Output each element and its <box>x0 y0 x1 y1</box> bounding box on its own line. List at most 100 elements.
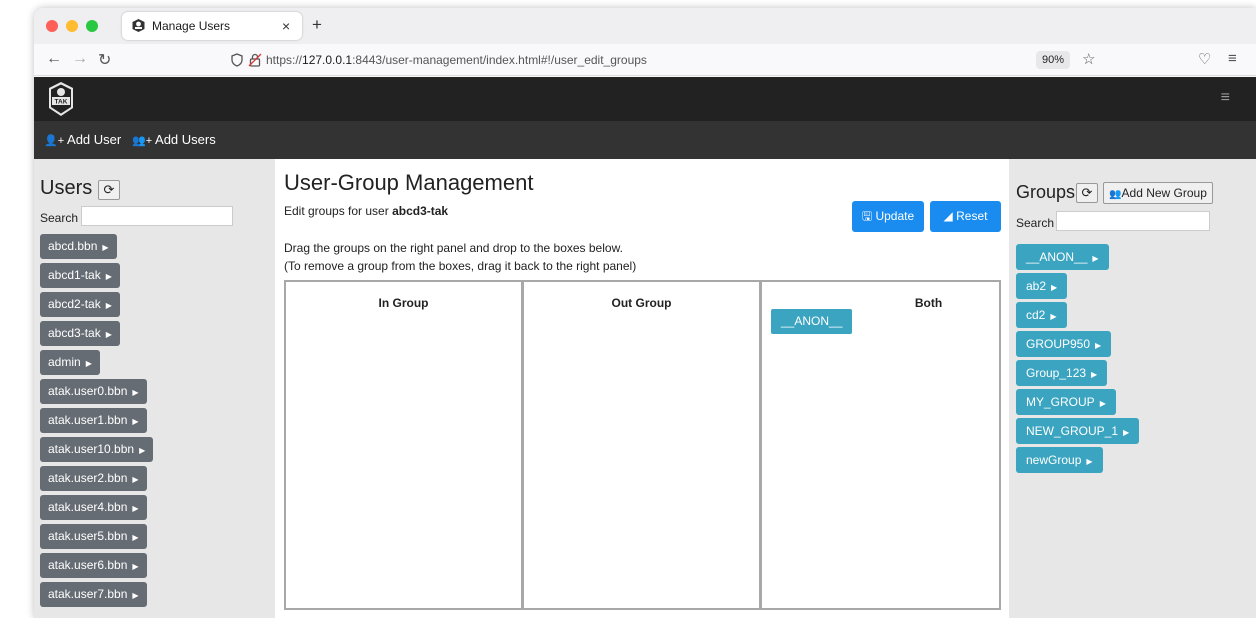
caret-right-icon: ▶ <box>132 591 139 600</box>
group-list-item[interactable]: GROUP950 ▶ <box>1016 331 1112 357</box>
out-group-title: Out Group <box>611 296 672 310</box>
caret-right-icon: ▶ <box>1123 428 1130 437</box>
in-group-title: In Group <box>378 296 429 310</box>
reload-icon[interactable]: ↻ <box>98 50 111 70</box>
add-user-icon: 👤+ <box>44 135 65 147</box>
user-name: atak.user1.bbn <box>48 413 128 427</box>
caret-right-icon: ▶ <box>1091 370 1098 379</box>
add-new-group-label: Add New Group <box>1121 186 1207 200</box>
add-user-button[interactable]: 👤+ Add User <box>44 132 121 147</box>
user-list-item[interactable]: atak.user0.bbn ▶ <box>40 379 147 404</box>
reset-button[interactable]: ◢ Reset <box>930 201 1001 232</box>
tak-logo-icon[interactable]: TAK <box>48 81 74 117</box>
user-name: atak.user7.bbn <box>48 587 128 601</box>
caret-right-icon: ▶ <box>132 562 139 571</box>
users-search-input[interactable] <box>81 206 233 226</box>
caret-right-icon: ▶ <box>132 504 139 513</box>
menu-icon[interactable]: ≡ <box>1228 50 1237 67</box>
tak-favicon-icon <box>132 19 145 32</box>
user-name: atak.user2.bbn <box>48 471 128 485</box>
user-list-item[interactable]: atak.user6.bbn ▶ <box>40 553 147 578</box>
new-tab-icon[interactable]: + <box>312 15 322 35</box>
add-user-label: Add User <box>67 132 122 147</box>
caret-right-icon: ▶ <box>105 330 112 339</box>
caret-right-icon: ▶ <box>85 359 92 368</box>
app-toolbar: 👤+ Add User 👥+ Add Users <box>34 121 1256 159</box>
groups-title: Groups <box>1016 182 1076 202</box>
users-refresh-icon[interactable]: ⟳ <box>98 180 120 200</box>
groups-search-input[interactable] <box>1056 211 1210 231</box>
both-group-chip[interactable]: __ANON__ <box>771 309 853 334</box>
tab-strip: Manage Users × + <box>34 8 1256 44</box>
add-users-icon: 👥+ <box>132 135 153 147</box>
caret-right-icon: ▶ <box>1051 283 1058 292</box>
user-name: abcd1-tak <box>48 268 101 282</box>
user-name: abcd3-tak <box>48 326 101 340</box>
edit-prefix: Edit groups for user <box>284 204 393 218</box>
group-name: __ANON__ <box>1026 250 1088 264</box>
in-group-box[interactable]: In Group <box>284 280 523 610</box>
group-list-item[interactable]: newGroup ▶ <box>1016 447 1103 473</box>
user-list-item[interactable]: atak.user10.bbn ▶ <box>40 437 154 462</box>
group-list-item[interactable]: NEW_GROUP_1 ▶ <box>1016 418 1140 444</box>
add-new-group-button[interactable]: 👥Add New Group <box>1103 182 1213 204</box>
user-name: atak.user6.bbn <box>48 558 128 572</box>
users-title: Users <box>40 177 93 199</box>
url-host: 127.0.0.1 <box>302 53 353 67</box>
user-list-item[interactable]: abcd1-tak ▶ <box>40 263 120 288</box>
add-users-button[interactable]: 👥+ Add Users <box>132 132 216 147</box>
user-list-item[interactable]: atak.user2.bbn ▶ <box>40 466 147 491</box>
url-path: :8443/user-management/index.html#!/user_… <box>352 53 647 67</box>
caret-right-icon: ▶ <box>132 417 139 426</box>
user-list-item[interactable]: abcd.bbn ▶ <box>40 234 117 259</box>
forward-arrow-icon[interactable]: → <box>72 50 88 68</box>
caret-right-icon: ▶ <box>1092 254 1099 263</box>
group-name: GROUP950 <box>1026 337 1091 351</box>
group-list-item[interactable]: Group_123 ▶ <box>1016 360 1108 386</box>
user-list-item[interactable]: atak.user4.bbn ▶ <box>40 495 147 520</box>
maximize-window-icon[interactable] <box>86 20 98 32</box>
user-list-item[interactable]: abcd3-tak ▶ <box>40 321 120 346</box>
bookmark-star-icon[interactable]: ☆ <box>1082 50 1095 68</box>
group-list-item[interactable]: __ANON__ ▶ <box>1016 244 1109 270</box>
user-list-item[interactable]: abcd2-tak ▶ <box>40 292 120 317</box>
user-list-item[interactable]: atak.user5.bbn ▶ <box>40 524 147 549</box>
update-button[interactable]: 🖫 Update <box>852 201 924 232</box>
zoom-level[interactable]: 90% <box>1036 51 1070 69</box>
group-name: cd2 <box>1026 308 1046 322</box>
both-box[interactable]: Both __ANON__ <box>760 280 1001 610</box>
group-list-item[interactable]: MY_GROUP ▶ <box>1016 389 1116 415</box>
caret-right-icon: ▶ <box>139 446 146 455</box>
caret-right-icon: ▶ <box>1099 399 1106 408</box>
group-name: ab2 <box>1026 279 1047 293</box>
user-name: abcd.bbn <box>48 239 98 253</box>
browser-tab[interactable]: Manage Users × <box>122 12 302 40</box>
minimize-window-icon[interactable] <box>66 20 78 32</box>
app-header: TAK ≡ <box>34 77 1256 121</box>
navigation-bar: ← → ↻ https://127.0.0.1:8443/user-manage… <box>34 44 1256 76</box>
user-name: atak.user4.bbn <box>48 500 128 514</box>
users-panel: Users ⟳ Search abcd.bbn ▶ abcd1-tak ▶ abcd2-… <box>34 159 275 618</box>
caret-right-icon: ▶ <box>1050 312 1057 321</box>
caret-right-icon: ▶ <box>132 475 139 484</box>
user-list-item[interactable]: atak.user7.bbn ▶ <box>40 582 147 607</box>
caret-right-icon: ▶ <box>105 301 112 310</box>
user-name: admin <box>48 355 81 369</box>
group-list-item[interactable]: cd2 ▶ <box>1016 302 1067 328</box>
groups-refresh-icon[interactable]: ⟳ <box>1076 183 1098 203</box>
logo-text: TAK <box>55 99 68 106</box>
user-list-item[interactable]: atak.user1.bbn ▶ <box>40 408 147 433</box>
browser-window: Manage Users × + ← → ↻ https://127.0.0.1… <box>34 8 1256 618</box>
group-list-item[interactable]: ab2 ▶ <box>1016 273 1068 299</box>
back-arrow-icon[interactable]: ← <box>46 50 62 68</box>
shield-icon[interactable] <box>230 53 244 67</box>
hamburger-menu-icon[interactable]: ≡ <box>1221 89 1230 107</box>
user-list-item[interactable]: admin ▶ <box>40 350 100 375</box>
close-window-icon[interactable] <box>46 20 58 32</box>
lock-warning-icon[interactable] <box>248 53 262 67</box>
tab-close-icon[interactable]: × <box>282 18 290 34</box>
pocket-icon[interactable]: ♡ <box>1198 50 1211 68</box>
url-bar[interactable]: https://127.0.0.1:8443/user-management/i… <box>266 53 647 67</box>
out-group-box[interactable]: Out Group <box>522 280 761 610</box>
edit-user-line: Edit groups for user abcd3-tak <box>284 204 448 218</box>
